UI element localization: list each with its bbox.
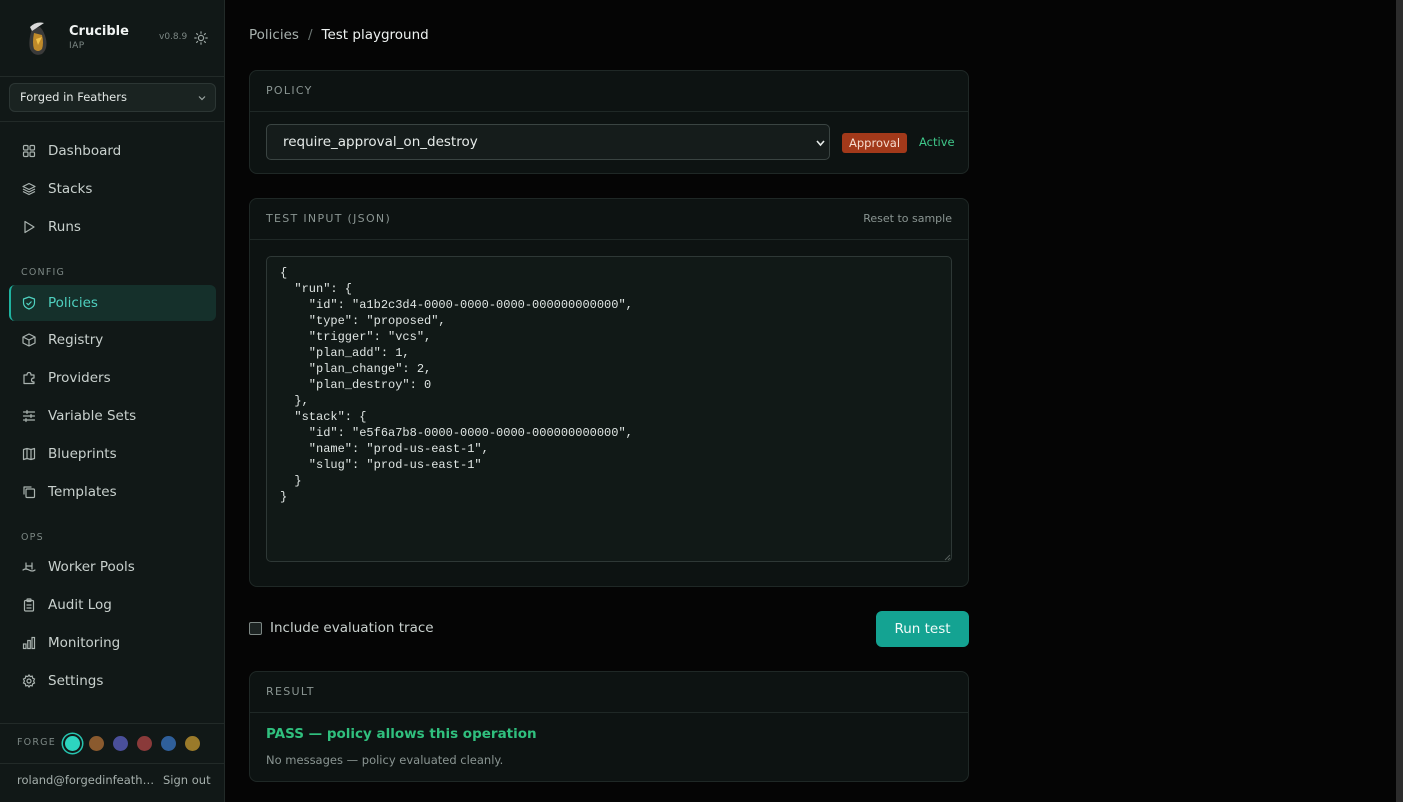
map-icon [22, 447, 36, 461]
run-test-button[interactable]: Run test [876, 611, 969, 647]
sidebar-item-label: Settings [48, 673, 104, 689]
section-label-ops: OPS [21, 532, 44, 543]
clipboard-icon [23, 598, 35, 612]
sidebar-item-label: Dashboard [48, 143, 122, 159]
card-title: RESULT [266, 685, 315, 698]
sidebar-item-label: Audit Log [48, 597, 112, 613]
card-title: TEST INPUT (JSON) [266, 212, 392, 225]
brand-subtitle: IAP [69, 41, 85, 51]
sidebar-item-monitoring[interactable]: Monitoring [9, 625, 216, 661]
reset-to-sample-button[interactable]: Reset to sample [863, 212, 952, 225]
checkbox-label: Include evaluation trace [270, 620, 434, 636]
divider [0, 763, 224, 764]
play-icon [24, 220, 35, 234]
package-icon [22, 333, 36, 347]
breadcrumb: Policies / Test playground [249, 27, 429, 43]
org-selector-value: Forged in Feathers [20, 90, 127, 104]
chevron-down-icon [198, 96, 206, 101]
org-selector[interactable]: Forged in Feathers [9, 83, 216, 112]
window-scrollbar[interactable] [1396, 0, 1403, 802]
grid-icon [22, 144, 36, 158]
sidebar-item-label: Registry [48, 332, 104, 348]
theme-swatch[interactable] [185, 736, 200, 751]
sidebar-item-blueprints[interactable]: Blueprints [9, 436, 216, 472]
sidebar-item-templates[interactable]: Templates [9, 474, 216, 510]
sidebar-item-settings[interactable]: Settings [9, 663, 216, 699]
sliders-icon [22, 409, 36, 423]
card-header: RESULT [250, 672, 968, 713]
sidebar-item-stacks[interactable]: Stacks [9, 171, 216, 207]
divider [0, 121, 224, 122]
page-title: Test playground [321, 27, 429, 43]
sidebar-item-label: Worker Pools [48, 559, 135, 575]
policy-card: POLICY require_approval_on_destroy Appro… [249, 70, 969, 174]
bar-chart-icon [22, 636, 36, 650]
sidebar-item-label: Providers [48, 370, 111, 386]
sign-out-link[interactable]: Sign out [163, 773, 211, 787]
shield-icon [22, 296, 36, 310]
puzzle-icon [23, 371, 35, 385]
sidebar-item-variable-sets[interactable]: Variable Sets [9, 398, 216, 434]
divider [0, 76, 224, 77]
brand-header: Crucible IAP v0.8.9 [0, 0, 224, 76]
card-header: POLICY [250, 71, 968, 112]
sidebar: Crucible IAP v0.8.9 Forged in Feathers D… [0, 0, 225, 802]
theme-swatch[interactable] [161, 736, 176, 751]
divider [0, 723, 224, 724]
layers-icon [22, 182, 36, 196]
sidebar-item-registry[interactable]: Registry [9, 322, 216, 358]
sun-icon[interactable] [194, 31, 208, 45]
sidebar-item-label: Templates [48, 484, 117, 500]
include-trace-checkbox[interactable] [249, 621, 262, 635]
breadcrumb-separator: / [307, 27, 313, 43]
theme-swatch[interactable] [89, 736, 104, 751]
sidebar-item-label: Blueprints [48, 446, 117, 462]
forge-label: FORGE [17, 737, 56, 748]
crucible-logo [29, 22, 47, 55]
policy-status: Active [919, 135, 955, 149]
sidebar-item-label: Monitoring [48, 635, 121, 651]
sidebar-item-dashboard[interactable]: Dashboard [9, 133, 216, 169]
resize-handle-icon[interactable] [943, 553, 951, 561]
result-card: RESULT PASS — policy allows this operati… [249, 671, 969, 782]
theme-swatch[interactable] [137, 736, 152, 751]
card-header: TEST INPUT (JSON) Reset to sample [250, 199, 968, 240]
test-input-card: TEST INPUT (JSON) Reset to sample { "run… [249, 198, 969, 587]
copy-icon [23, 486, 36, 499]
policy-select[interactable]: require_approval_on_destroy [266, 124, 830, 160]
sidebar-item-runs[interactable]: Runs [9, 209, 216, 245]
sidebar-item-label: Runs [48, 219, 81, 235]
brand-name: Crucible [69, 24, 129, 39]
sidebar-item-label: Variable Sets [48, 408, 137, 424]
policy-select-value: require_approval_on_destroy [283, 134, 478, 150]
breadcrumb-policies-link[interactable]: Policies [249, 27, 299, 43]
evaluation-trace-option[interactable]: Include evaluation trace [249, 620, 434, 636]
user-email: roland@forgedinfeathers.com [17, 773, 155, 787]
result-status: PASS — policy allows this operation [266, 726, 537, 742]
section-label-config: CONFIG [21, 267, 66, 278]
forge-theme-picker: FORGE [17, 732, 217, 754]
sidebar-item-providers[interactable]: Providers [9, 360, 216, 396]
gear-icon [22, 674, 36, 688]
policy-type-badge: Approval [842, 133, 908, 153]
chevron-down-icon [816, 140, 825, 147]
theme-swatch[interactable] [113, 736, 128, 751]
result-message: No messages — policy evaluated cleanly. [266, 753, 504, 767]
card-title: POLICY [266, 84, 313, 97]
sidebar-item-worker-pools[interactable]: Worker Pools [9, 549, 216, 585]
sidebar-item-label: Stacks [48, 181, 93, 197]
version-label: v0.8.9 [159, 32, 188, 42]
sidebar-item-label: Policies [48, 295, 98, 311]
sidebar-item-policies[interactable]: Policies [9, 285, 216, 321]
json-input-textarea[interactable]: { "run": { "id": "a1b2c3d4-0000-0000-000… [266, 256, 952, 562]
pool-icon [22, 562, 36, 572]
sidebar-item-audit-log[interactable]: Audit Log [9, 587, 216, 623]
theme-swatch[interactable] [65, 736, 80, 751]
